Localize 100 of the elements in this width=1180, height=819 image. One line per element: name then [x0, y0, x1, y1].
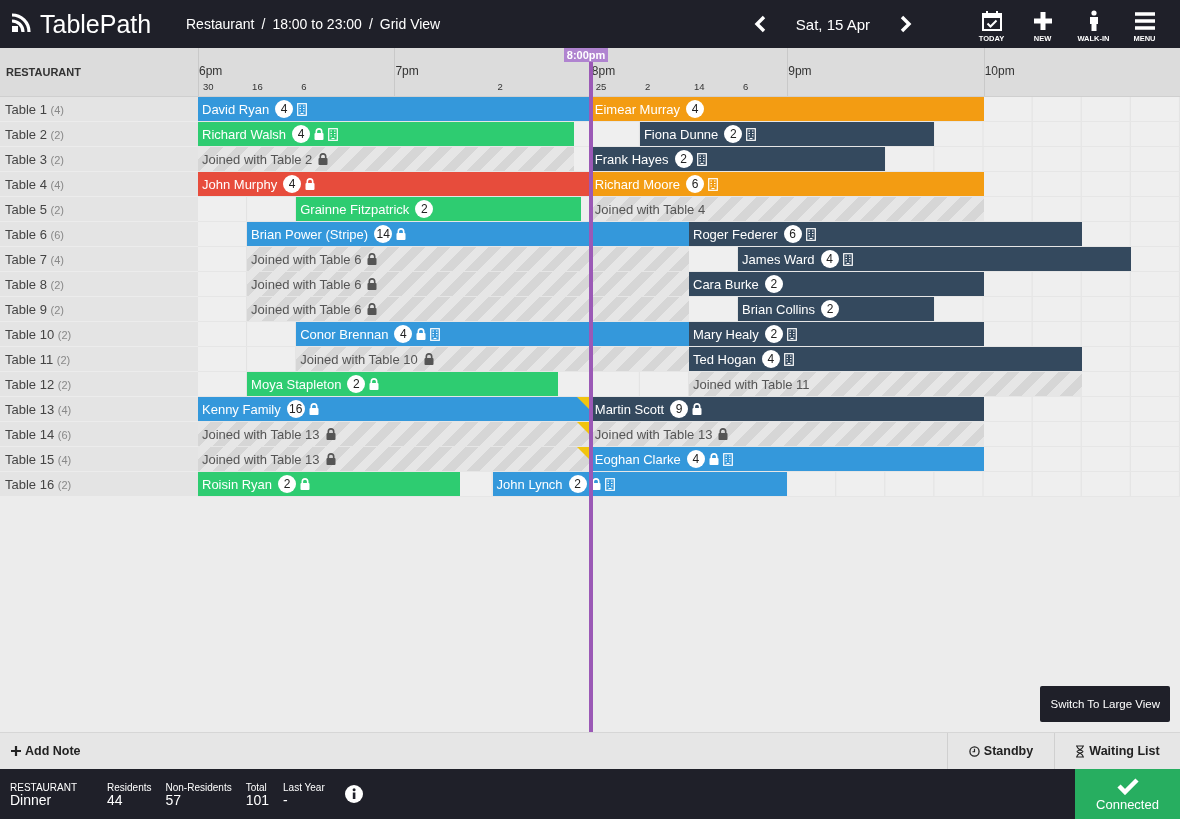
- section-label: RESTAURANT: [5, 66, 82, 78]
- table-name[interactable]: Table 15 (4): [0, 447, 198, 472]
- joined-label: Joined with Table 6: [251, 301, 362, 317]
- hourglass-icon: [1075, 744, 1086, 758]
- switch-view-button[interactable]: Switch To Large View: [1040, 686, 1170, 722]
- booking-bar[interactable]: Kenny Family 16: [198, 397, 591, 421]
- guest-name: Mary Healy: [693, 326, 759, 342]
- joined-label: Joined with Table 2: [202, 151, 313, 167]
- joined-table-bar[interactable]: Joined with Table 11: [689, 372, 1082, 396]
- booking-bar[interactable]: Eoghan Clarke 4: [590, 447, 984, 471]
- joined-label: Joined with Table 11: [693, 376, 810, 392]
- joined-table-bar[interactable]: Joined with Table 10: [296, 347, 689, 371]
- table-name[interactable]: Table 6 (6): [0, 222, 198, 247]
- booking-bar[interactable]: John Murphy 4: [198, 172, 591, 196]
- table-name[interactable]: Table 9 (2): [0, 297, 198, 322]
- booking-bar[interactable]: James Ward 4: [738, 247, 1131, 271]
- table-name[interactable]: Table 4 (4): [0, 172, 198, 197]
- section-name: RESTAURANT: [10, 781, 78, 793]
- hour-label: 10pm: [984, 64, 1015, 78]
- hour-label: 9pm: [788, 64, 812, 78]
- joined-table-bar[interactable]: Joined with Table 2: [198, 147, 575, 171]
- table-name[interactable]: Table 14 (6): [0, 422, 198, 447]
- plus-icon: [1031, 9, 1054, 32]
- table-name[interactable]: Table 1 (4): [0, 97, 198, 122]
- cover-count: 2: [821, 300, 840, 318]
- booking-bar[interactable]: Martin Scott 9: [590, 397, 984, 421]
- joined-label: Joined with Table 10: [300, 351, 418, 367]
- table-name[interactable]: Table 2 (2): [0, 122, 198, 147]
- joined-table-bar[interactable]: Joined with Table 6: [247, 297, 689, 321]
- booking-bar[interactable]: Mary Healy 2: [689, 322, 984, 346]
- booking-bar[interactable]: John Lynch 2: [492, 472, 788, 496]
- breadcrumb-separator: /: [368, 16, 373, 32]
- booking-bar[interactable]: David Ryan 4: [198, 97, 591, 121]
- cover-count: 16: [286, 400, 305, 418]
- table-name[interactable]: Table 11 (2): [0, 347, 198, 372]
- guest-name: Kenny Family: [202, 401, 281, 417]
- booking-bar[interactable]: Richard Walsh 4: [198, 122, 575, 146]
- slot-cover-count: 2: [643, 81, 651, 92]
- table-name[interactable]: Table 8 (2): [0, 272, 198, 297]
- guest-name: Moya Stapleton: [251, 376, 342, 392]
- table-name[interactable]: Table 16 (2): [0, 472, 198, 497]
- table-name[interactable]: Table 5 (2): [0, 197, 198, 222]
- joined-label: Joined with Table 13: [594, 426, 713, 442]
- cover-count: 2: [278, 475, 297, 493]
- slot-cover-count: 25: [594, 81, 607, 92]
- guest-name: Brian Power (Stripe): [251, 226, 369, 242]
- table-name[interactable]: Table 12 (2): [0, 372, 198, 397]
- booking-bar[interactable]: Grainne Fitzpatrick 2: [296, 197, 581, 221]
- stat-value: 101: [245, 792, 270, 807]
- booking-bar[interactable]: Roisin Ryan 2: [198, 472, 460, 496]
- breadcrumb-link[interactable]: Grid View: [379, 16, 441, 32]
- app-logo-text: TablePath: [40, 9, 152, 39]
- slot-cover-count: 30: [202, 81, 214, 92]
- guest-name: Eoghan Clarke: [594, 451, 681, 467]
- booking-bar[interactable]: Moya Stapleton 2: [247, 372, 559, 396]
- guest-name: Richard Moore: [594, 176, 681, 192]
- slot-cover-count: 6: [742, 81, 749, 92]
- breadcrumb-link[interactable]: 18:00 to 23:00: [272, 16, 362, 32]
- cover-count: 2: [415, 200, 434, 218]
- cover-count: 4: [394, 325, 413, 343]
- booking-bar[interactable]: Cara Burke 2: [689, 272, 984, 296]
- table-name[interactable]: Table 3 (2): [0, 147, 198, 172]
- guest-name: Eimear Murray: [594, 101, 681, 117]
- joined-table-bar[interactable]: Joined with Table 4: [590, 197, 984, 221]
- booking-bar[interactable]: Roger Federer 6: [689, 222, 1082, 246]
- guest-name: Conor Brennan: [300, 326, 389, 342]
- guest-name: Richard Walsh: [202, 126, 287, 142]
- add-note-button[interactable]: Add Note: [0, 733, 92, 769]
- slot-cover-count: 6: [300, 81, 307, 92]
- cover-count: 6: [783, 225, 802, 243]
- joined-table-bar[interactable]: Joined with Table 13: [198, 422, 591, 446]
- guest-name: Roger Federer: [693, 226, 778, 242]
- booking-bar[interactable]: Frank Hayes 2: [590, 147, 886, 171]
- joined-label: Joined with Table 6: [251, 251, 362, 267]
- guest-name: John Lynch: [496, 476, 563, 492]
- booking-bar[interactable]: Fiona Dunne 2: [639, 122, 935, 146]
- joined-table-bar[interactable]: Joined with Table 6: [247, 247, 689, 271]
- cover-count: 2: [724, 125, 743, 143]
- booking-bar[interactable]: Conor Brennan 4: [296, 322, 689, 346]
- info-button[interactable]: [344, 785, 363, 803]
- joined-table-bar[interactable]: Joined with Table 6: [247, 272, 689, 296]
- cover-count: 4: [283, 175, 302, 193]
- booking-bar[interactable]: Brian Collins 2: [738, 297, 935, 321]
- booking-bar[interactable]: Richard Moore 6: [590, 172, 984, 196]
- table-name[interactable]: Table 7 (4): [0, 247, 198, 272]
- booking-bar[interactable]: Brian Power (Stripe) 14: [247, 222, 689, 246]
- joined-table-bar[interactable]: Joined with Table 13: [198, 447, 591, 471]
- guest-name: Frank Hayes: [594, 151, 669, 167]
- cover-count: 4: [686, 100, 705, 118]
- booking-bar[interactable]: Eimear Murray 4: [590, 97, 984, 121]
- joined-label: Joined with Table 13: [202, 426, 320, 442]
- booking-bar[interactable]: Ted Hogan 4: [689, 347, 1082, 371]
- guest-name: Brian Collins: [742, 301, 816, 317]
- table-name[interactable]: Table 10 (2): [0, 322, 198, 347]
- stat-label: Residents: [107, 781, 152, 793]
- calendar-check-icon: [980, 9, 1003, 32]
- joined-table-bar[interactable]: Joined with Table 13: [590, 422, 984, 446]
- breadcrumb-link[interactable]: Restaurant: [186, 16, 255, 32]
- joined-label: Joined with Table 6: [251, 276, 362, 292]
- table-name[interactable]: Table 13 (4): [0, 397, 198, 422]
